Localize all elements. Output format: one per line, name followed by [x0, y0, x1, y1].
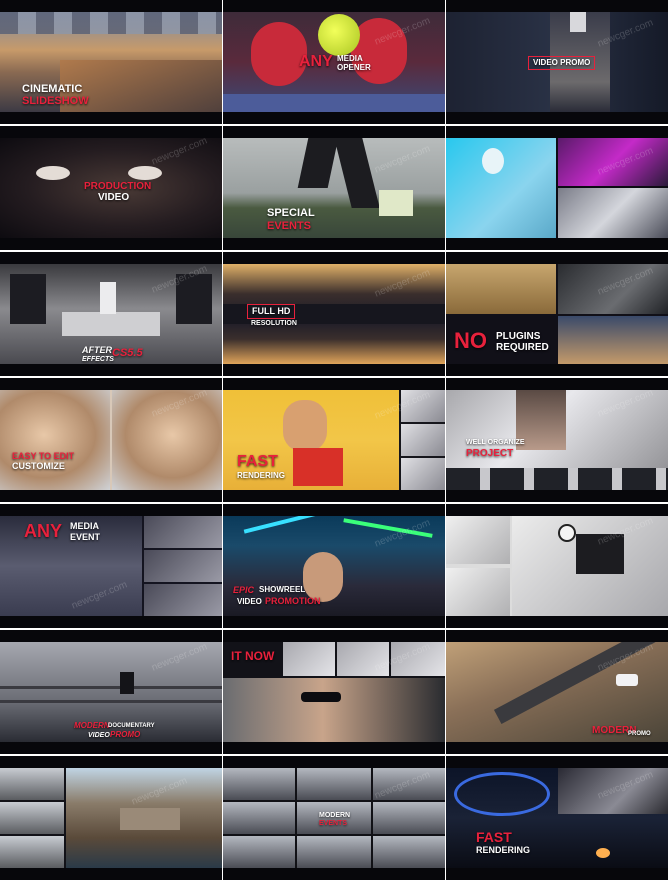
caption-line-2: PROJECT	[466, 448, 514, 459]
thumb-full-hd-resolution[interactable]: FULL HD RESOLUTION newcger.com	[223, 252, 445, 376]
thumb-special-events[interactable]: SPECIAL EVENTS newcger.com	[223, 126, 445, 250]
thumb-coastal-bridge[interactable]: newcger.com	[0, 756, 222, 880]
caption-line-2: EVENTS	[319, 820, 348, 827]
caption-line-1: NO	[454, 328, 487, 353]
thumb-skater-collage[interactable]: newcger.com	[446, 504, 668, 628]
thumb-cinematic-slideshow[interactable]: CINEMATIC SLIDESHOW	[0, 0, 222, 124]
thumb-easy-to-edit[interactable]: EASY TO EDIT CUSTOMIZE newcger.com	[0, 378, 222, 502]
caption-line-1: EPIC	[233, 585, 255, 595]
thumb-modern-documentary[interactable]: MODERN DOCUMENTARY VIDEO PROMO newcger.c…	[0, 630, 222, 754]
caption-line-3: VIDEO	[237, 597, 262, 606]
caption-line-2: PROMO	[628, 731, 651, 737]
caption-line-1: ANY	[24, 521, 63, 541]
thumb-modern-promo[interactable]: MODERN PROMO newcger.com	[446, 630, 668, 754]
caption-line-1: MODERN	[319, 812, 351, 819]
thumb-no-plugins-required[interactable]: NO PLUGINS REQUIRED newcger.com	[446, 252, 668, 376]
caption-line-2: DOCUMENTARY	[108, 723, 155, 729]
caption-line-3: OPENER	[337, 63, 371, 72]
thumbnail-grid: CINEMATIC SLIDESHOW ANY MEDIA OPENER new…	[0, 0, 668, 881]
thumb-after-effects-cs55[interactable]: AFTER EFFECTS CS5.5 newcger.com	[0, 252, 222, 376]
caption-line-1: SPECIAL	[267, 207, 315, 219]
caption-line-2: MEDIA	[337, 54, 363, 63]
caption-line-2: RESOLUTION	[251, 320, 297, 327]
caption-line-2: RENDERING	[476, 845, 531, 855]
thumb-modern-events[interactable]: MODERN EVENTS newcger.com	[223, 756, 445, 880]
caption-line-2: SHOWREEL	[259, 585, 306, 594]
thumb-epic-showreel[interactable]: EPIC SHOWREEL VIDEO PROMOTION newcger.co…	[223, 504, 445, 628]
thumb-fast-rendering-night[interactable]: FAST RENDERING newcger.com	[446, 756, 668, 880]
caption-line-2: CUSTOMIZE	[12, 461, 65, 471]
caption-line-2: RENDERING	[237, 471, 286, 480]
thumb-any-media-event[interactable]: ANY MEDIA EVENT newcger.com	[0, 504, 222, 628]
thumb-any-media-opener[interactable]: ANY MEDIA OPENER newcger.com	[223, 0, 445, 124]
caption-line-2: PLUGINS	[496, 331, 541, 342]
caption-line-1: EASY TO EDIT	[12, 451, 75, 461]
thumb-production-video[interactable]: PRODUCTION VIDEO newcger.com	[0, 126, 222, 250]
caption-line-4: PROMO	[110, 730, 141, 739]
thumb-fast-rendering-beach[interactable]: FAST RENDERING newcger.com	[223, 378, 445, 502]
caption-line-2: EVENTS	[267, 220, 312, 232]
caption-line-1: ANY	[299, 53, 333, 70]
caption-line-3: CS5.5	[112, 347, 143, 359]
caption-line-1: FULL HD	[247, 304, 296, 319]
caption-line-1: IT NOW	[231, 649, 275, 663]
caption-line-3: VIDEO	[88, 732, 110, 739]
caption-line-4: PROMOTION	[265, 596, 321, 606]
caption-line-1: AFTER	[82, 345, 112, 355]
caption-line-1: PRODUCTION	[84, 181, 152, 192]
caption-line-1: FAST	[476, 829, 512, 845]
thumb-it-now[interactable]: IT NOW newcger.com	[223, 630, 445, 754]
caption-line-1: VIDEO PROMO	[528, 56, 596, 70]
thumb-well-organize-project[interactable]: WELL ORGANIZE PROJECT newcger.com	[446, 378, 668, 502]
caption-line-2: EFFECTS	[82, 356, 114, 363]
caption-line-1: WELL ORGANIZE	[466, 439, 525, 446]
caption-line-1: FAST	[237, 453, 278, 470]
thumb-video-promo[interactable]: VIDEO PROMO newcger.com	[446, 0, 668, 124]
caption-line-2: SLIDESHOW	[22, 95, 89, 107]
caption-line-2: MEDIA	[70, 521, 99, 531]
caption-line-1: MODERN	[74, 721, 110, 730]
caption-line-3: EVENT	[70, 532, 101, 542]
caption-line-1: CINEMATIC	[22, 83, 83, 95]
thumb-split-performers[interactable]: newcger.com	[446, 126, 668, 250]
caption-line-2: VIDEO	[98, 192, 130, 203]
caption-line-3: REQUIRED	[496, 342, 549, 353]
